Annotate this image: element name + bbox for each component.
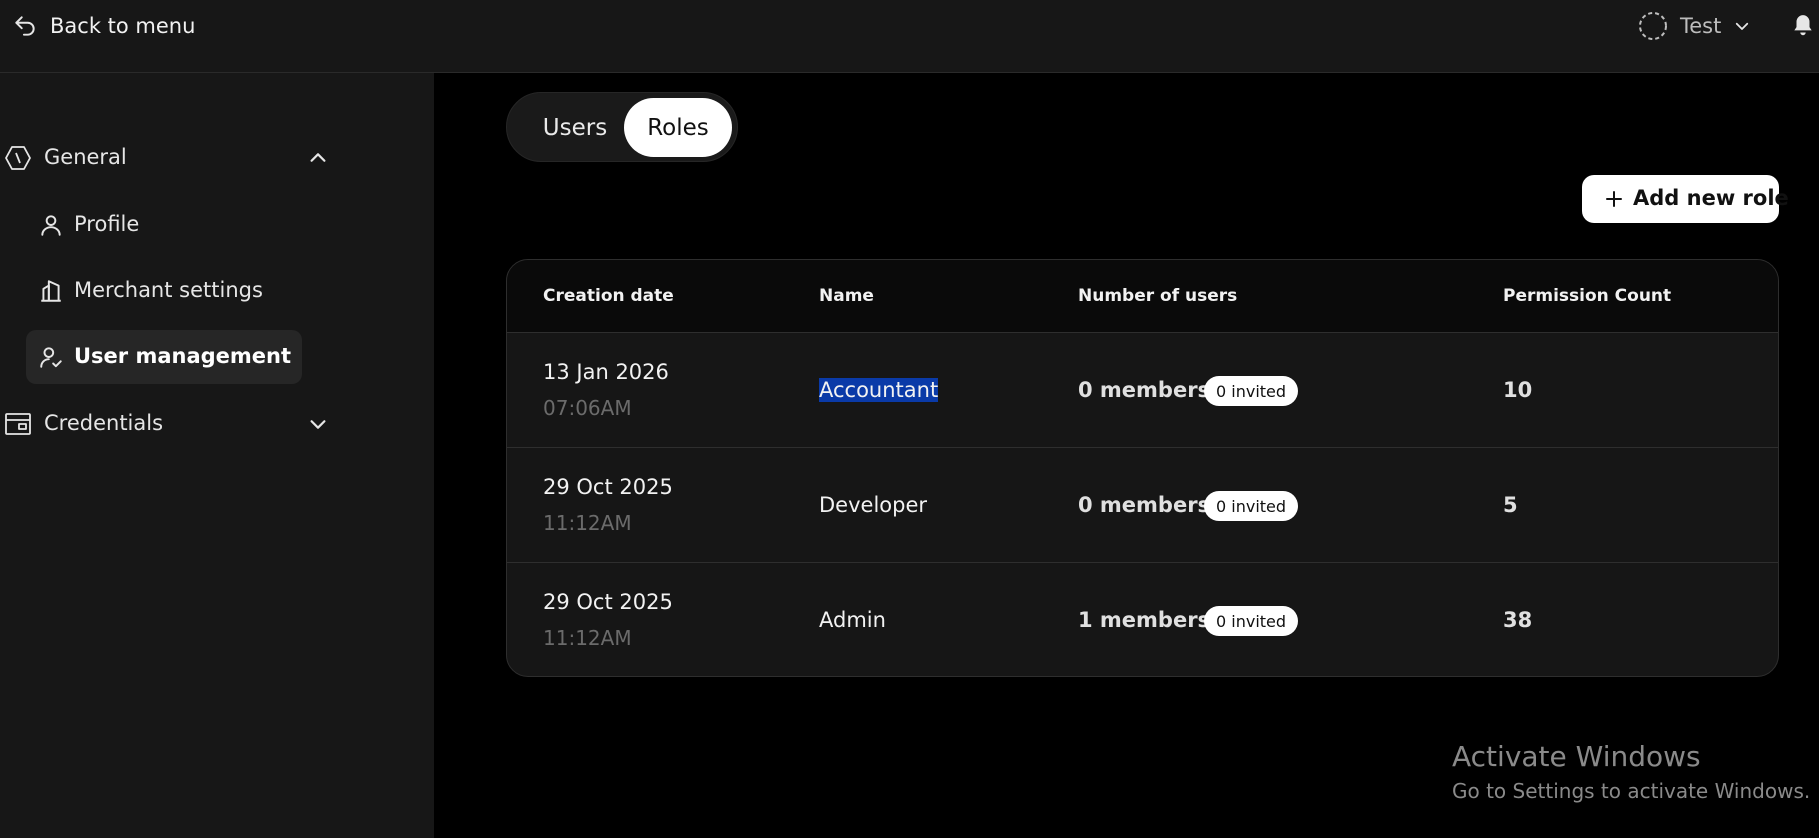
creation-date: 29 Oct 2025: [543, 475, 673, 499]
sidebar-item-label: User management: [74, 344, 292, 368]
wallet-icon: [5, 413, 31, 435]
role-name: Accountant: [819, 378, 939, 402]
sidebar-item-user-management[interactable]: User management: [26, 330, 302, 384]
column-header-number-of-users: Number of users: [1078, 286, 1238, 306]
sidebar-section-credentials[interactable]: Credentials: [0, 403, 340, 443]
sidebar-item-label: Merchant settings: [74, 278, 263, 302]
member-count: 1 members: [1078, 608, 1211, 632]
permission-count: 5: [1503, 493, 1518, 517]
tab-users[interactable]: Users: [515, 98, 635, 157]
chevron-down-icon: [1736, 22, 1749, 30]
merchant-name: Test: [1680, 14, 1722, 38]
users-roles-tabs: Users Roles: [506, 92, 738, 162]
chevron-down-icon: [310, 420, 326, 429]
sidebar-item-profile[interactable]: Profile: [26, 198, 302, 252]
creation-date: 13 Jan 2026: [543, 360, 669, 384]
column-header-permission-count: Permission Count: [1503, 286, 1672, 306]
bell-icon[interactable]: [1790, 12, 1816, 40]
invited-badge: 0 invited: [1204, 606, 1299, 636]
building-icon: [41, 280, 61, 302]
sidebar-item-merchant-settings[interactable]: Merchant settings: [26, 264, 302, 318]
sidebar-section-label: General: [44, 145, 127, 169]
tab-roles[interactable]: Roles: [624, 98, 732, 157]
back-to-menu-label: Back to menu: [50, 14, 196, 38]
invited-badge: 0 invited: [1204, 376, 1299, 406]
creation-time: 07:06AM: [543, 396, 632, 420]
sidebar-item-label: Profile: [74, 212, 140, 236]
permission-count: 38: [1503, 608, 1533, 632]
role-name: Admin: [819, 608, 886, 632]
roles-table: Creation date Name Number of users Permi…: [506, 259, 1779, 677]
creation-date: 29 Oct 2025: [543, 590, 673, 614]
watermark-subtitle: Go to Settings to activate Windows.: [1452, 779, 1811, 803]
merchant-switcher[interactable]: Test: [1638, 10, 1751, 42]
back-to-menu-button[interactable]: Back to menu: [12, 12, 195, 40]
sidebar-section-general[interactable]: General: [0, 137, 340, 177]
top-bar: Back to menu Test: [0, 0, 1819, 73]
table-row[interactable]: 29 Oct 2025 11:12AM Admin 1 members 0 in…: [507, 563, 1778, 676]
add-new-role-label: Add new role: [1633, 186, 1789, 210]
watermark-title: Activate Windows: [1452, 740, 1701, 773]
plus-icon: [1606, 191, 1622, 207]
invited-badge: 0 invited: [1204, 491, 1299, 521]
table-header: Creation date Name Number of users Permi…: [507, 260, 1778, 333]
sidebar-section-label: Credentials: [44, 411, 164, 435]
merchant-avatar-icon: [1639, 12, 1667, 40]
role-name: Developer: [819, 493, 928, 517]
table-row[interactable]: 13 Jan 2026 07:06AM Accountant 0 members…: [507, 333, 1778, 448]
user-icon: [41, 215, 61, 236]
back-arrow-icon: [15, 16, 35, 36]
column-header-creation-date: Creation date: [543, 286, 674, 306]
creation-time: 11:12AM: [543, 511, 632, 535]
creation-time: 11:12AM: [543, 626, 632, 650]
hexagon-logo-icon: [5, 146, 31, 170]
member-count: 0 members: [1078, 493, 1211, 517]
chevron-up-icon: [310, 153, 326, 162]
column-header-name: Name: [819, 286, 874, 306]
member-count: 0 members: [1078, 378, 1211, 402]
permission-count: 10: [1503, 378, 1533, 402]
sidebar: General Profile Merchant settings User m…: [0, 73, 434, 838]
table-row[interactable]: 29 Oct 2025 11:12AM Developer 0 members …: [507, 448, 1778, 563]
add-new-role-button[interactable]: Add new role: [1582, 175, 1789, 223]
user-check-icon: [40, 347, 62, 368]
activate-windows-watermark: Activate Windows Go to Settings to activ…: [1452, 740, 1810, 803]
